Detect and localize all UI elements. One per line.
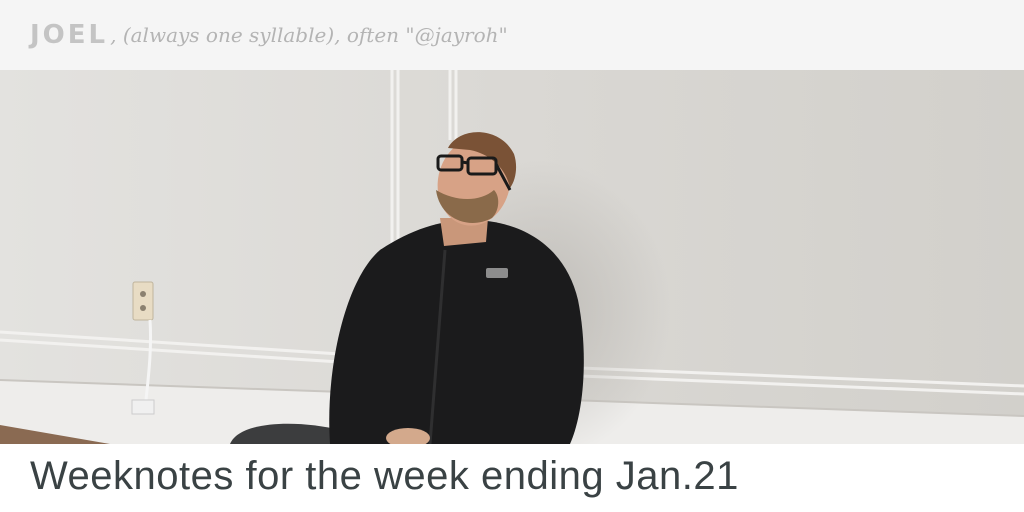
hero-photo	[0, 70, 1024, 444]
hero-image	[0, 70, 1024, 444]
site-header: JOEL , (always one syllable), often "@ja…	[0, 0, 1024, 70]
site-tagline: , (always one syllable), often "@jayroh"	[110, 23, 508, 47]
wall-outlet	[132, 281, 154, 321]
site-name-link[interactable]: JOEL	[30, 20, 108, 50]
post-title[interactable]: Weeknotes for the week ending Jan.21	[30, 454, 739, 499]
